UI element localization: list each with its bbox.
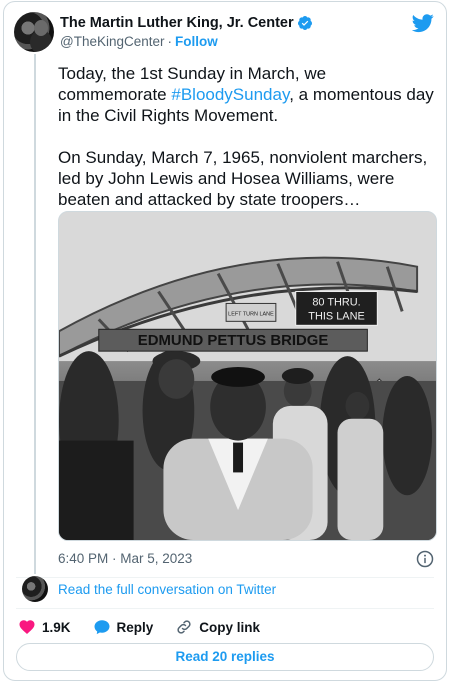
follow-button[interactable]: Follow [175, 34, 218, 49]
left-turn-sign-text: LEFT TURN LANE [228, 311, 274, 317]
separator-bottom [16, 608, 434, 609]
thread-line [34, 54, 36, 574]
author-display-name[interactable]: The Martin Luther King, Jr. Center [60, 15, 294, 31]
like-button[interactable]: 1.9K [18, 618, 71, 636]
author-handle-row: @TheKingCenter · Follow [60, 34, 218, 49]
hashtag-link[interactable]: #BloodySunday [171, 85, 289, 104]
info-icon[interactable] [416, 550, 434, 568]
author-handle[interactable]: @TheKingCenter [60, 34, 165, 49]
conversation-avatar [22, 576, 48, 602]
author-avatar[interactable] [14, 12, 54, 52]
reply-button[interactable]: Reply [93, 618, 154, 636]
copy-link-button[interactable]: Copy link [175, 618, 260, 636]
separator-top [16, 577, 434, 578]
action-bar: 1.9K Reply Copy link [18, 618, 282, 636]
copy-link-label: Copy link [199, 619, 261, 635]
like-count: 1.9K [42, 619, 71, 635]
reply-bubble-icon [94, 620, 110, 635]
lane-sign-line2: THIS LANE [308, 310, 364, 322]
lane-sign-line1: 80 THRU. [312, 296, 360, 308]
photo-illustration: EDMUND PETTUS BRIDGE 80 THRU. THIS LANE … [59, 212, 436, 540]
read-full-conversation-link[interactable]: Read the full conversation on Twitter [58, 582, 276, 597]
author-name-row: The Martin Luther King, Jr. Center [60, 15, 313, 31]
link-icon [177, 620, 191, 634]
bridge-sign-text: EDMUND PETTUS BRIDGE [138, 333, 329, 349]
reply-label: Reply [116, 619, 154, 635]
tweet-photo[interactable]: EDMUND PETTUS BRIDGE 80 THRU. THIS LANE … [58, 211, 437, 541]
tweet-text: Today, the 1st Sunday in March, we comme… [58, 63, 438, 210]
tweet-timestamp[interactable]: 6:40 PM · Mar 5, 2023 [58, 551, 192, 566]
twitter-logo-icon[interactable] [412, 12, 434, 34]
tweet-card: The Martin Luther King, Jr. Center @TheK… [3, 1, 447, 681]
separator-dot: · [167, 34, 173, 49]
read-replies-button[interactable]: Read 20 replies [16, 643, 434, 671]
verified-badge-icon [297, 16, 312, 30]
heart-icon [19, 620, 35, 635]
